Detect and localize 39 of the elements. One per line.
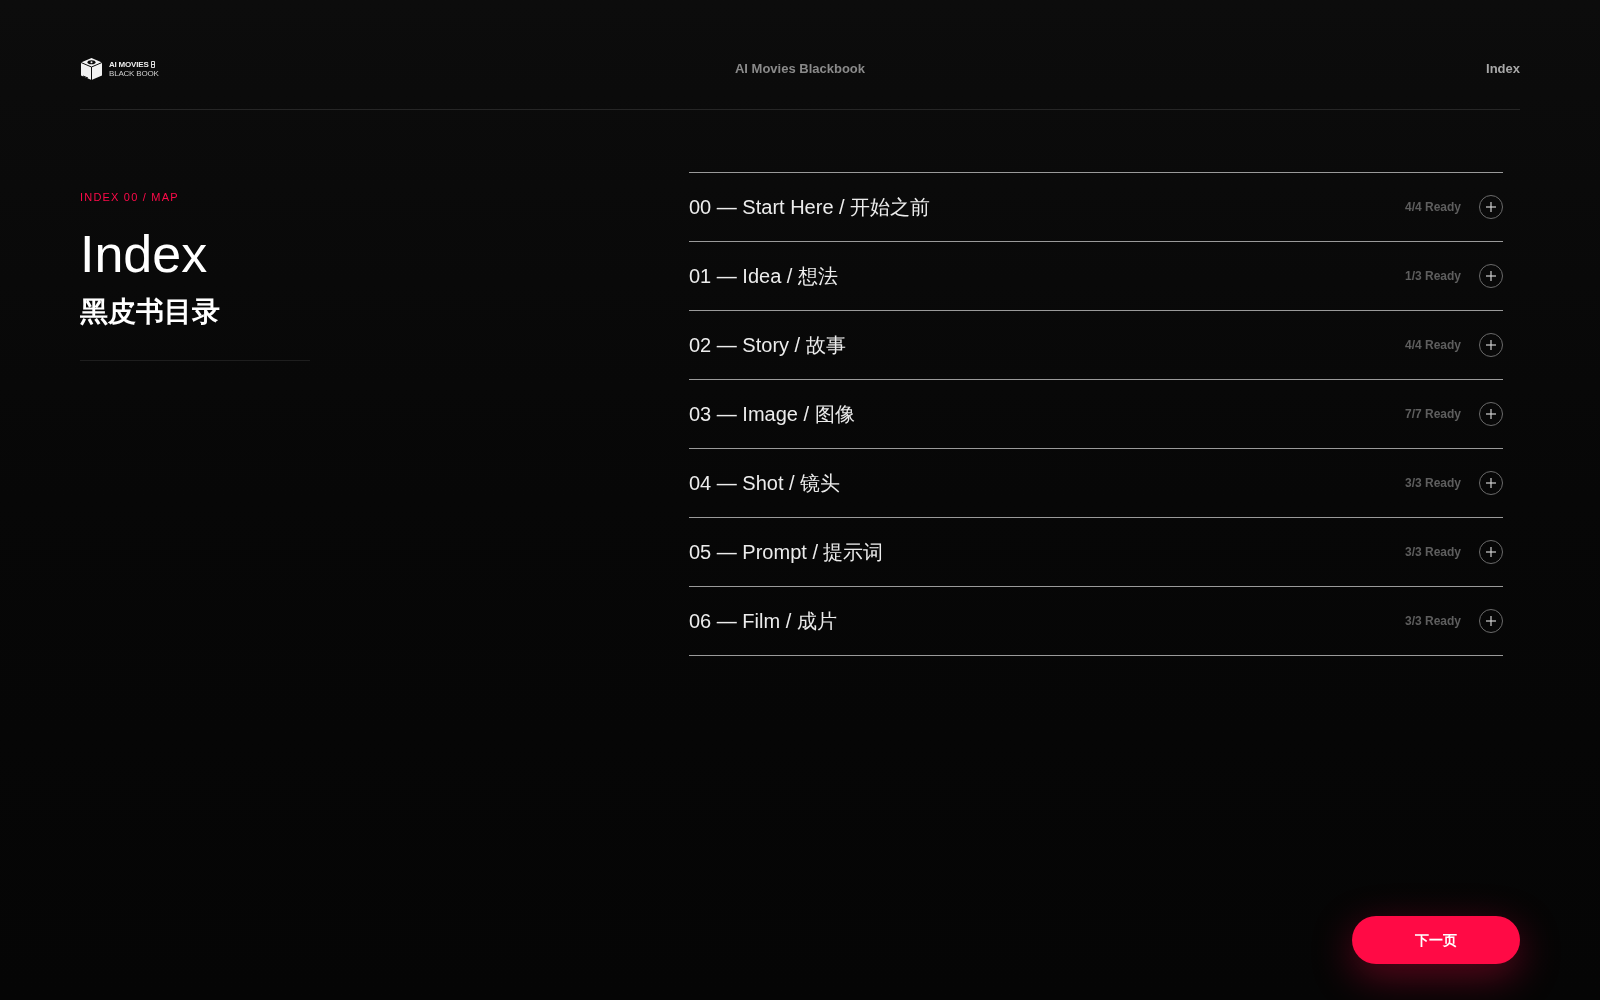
index-link[interactable]: Index xyxy=(1486,59,1520,79)
ready-count: 3/3 Ready xyxy=(1404,544,1461,561)
box-logo-icon xyxy=(80,57,103,81)
section-title: 04 — Shot / 镜头 xyxy=(689,471,841,496)
brand-logo[interactable]: AI MOVIES BLACK BOOK xyxy=(80,57,159,81)
site-title: AI Movies Blackbook xyxy=(734,60,865,79)
section-title: 00 — Start Here / 开始之前 xyxy=(689,195,931,220)
ready-count: 3/3 Ready xyxy=(1404,613,1461,630)
ready-count: 3/3 Ready xyxy=(1404,475,1461,492)
ready-count: 1/3 Ready xyxy=(1404,268,1461,285)
section-row[interactable]: 04 — Shot / 镜头 3/3 Ready xyxy=(689,449,1503,518)
plus-icon xyxy=(1486,271,1496,281)
page-title: Index xyxy=(80,226,208,282)
logo-text: BLACK BOOK xyxy=(109,69,159,78)
plus-icon xyxy=(1486,202,1496,212)
ready-count: 7/7 Ready xyxy=(1404,406,1461,423)
section-title: 06 — Film / 成片 xyxy=(689,609,837,634)
section-row[interactable]: 05 — Prompt / 提示词 3/3 Ready xyxy=(689,518,1503,587)
section-row[interactable]: 01 — Idea / 想法 1/3 Ready xyxy=(689,242,1503,311)
section-title: 05 — Prompt / 提示词 xyxy=(689,540,884,565)
section-title: 02 — Story / 故事 xyxy=(689,333,846,358)
page-subtitle: 黑皮书目录 xyxy=(80,295,220,329)
section-row[interactable]: 06 — Film / 成片 3/3 Ready xyxy=(689,587,1503,656)
section-eyebrow: INDEX 00 / MAP xyxy=(80,190,179,204)
ready-count: 4/4 Ready xyxy=(1404,337,1461,354)
logo-mark-icon xyxy=(150,61,155,68)
plus-icon xyxy=(1486,547,1496,557)
next-page-button[interactable]: 下一页 xyxy=(1352,916,1520,964)
section-title: 01 — Idea / 想法 xyxy=(689,264,838,289)
plus-icon xyxy=(1486,409,1496,419)
section-title: 03 — Image / 图像 xyxy=(689,402,855,427)
plus-icon xyxy=(1486,478,1496,488)
logo-text: AI MOVIES xyxy=(109,60,149,69)
plus-icon xyxy=(1486,340,1496,350)
section-row[interactable]: 02 — Story / 故事 4/4 Ready xyxy=(689,311,1503,380)
section-row[interactable]: 00 — Start Here / 开始之前 4/4 Ready xyxy=(689,173,1503,242)
ready-count: 4/4 Ready xyxy=(1404,199,1461,216)
plus-icon xyxy=(1486,616,1496,626)
section-row[interactable]: 03 — Image / 图像 7/7 Ready xyxy=(689,380,1503,449)
